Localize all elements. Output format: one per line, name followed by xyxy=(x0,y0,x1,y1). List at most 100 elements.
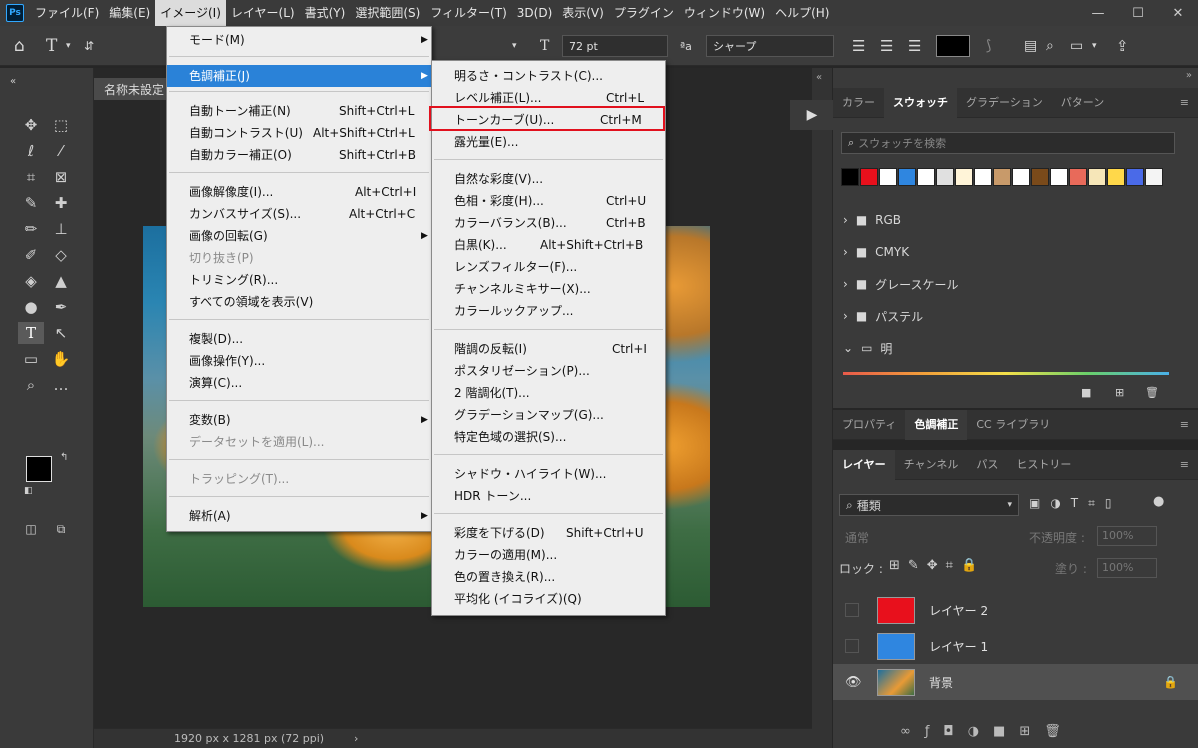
chevron-down-icon[interactable]: ▾ xyxy=(66,34,71,58)
brush-tool-icon[interactable]: ✏ xyxy=(18,218,44,240)
menu-item-color-balance[interactable]: カラーバランス(B)... Ctrl+B xyxy=(432,212,665,234)
menu-item-match-color[interactable]: カラーの適用(M)... xyxy=(432,544,665,566)
swatch-folder-light[interactable]: ⌄ ▭ 明 xyxy=(843,336,892,360)
menu-item-threshold[interactable]: 2 階調化(T)... xyxy=(432,382,665,404)
minimize-button[interactable]: — xyxy=(1078,0,1118,26)
expand-panels-icon[interactable]: « xyxy=(816,72,822,83)
color-swatch[interactable] xyxy=(917,168,935,186)
color-swatch[interactable] xyxy=(936,168,954,186)
tab-cc-libraries[interactable]: CC ライブラリ xyxy=(967,410,1059,440)
paint-bucket-tool-icon[interactable]: ◈ xyxy=(18,270,44,292)
menu-item-equalize[interactable]: 平均化 (イコライズ)(Q) xyxy=(432,588,665,610)
collapse-icon[interactable]: « xyxy=(0,70,26,92)
swatch-folder-grayscale[interactable]: › ■ グレースケール xyxy=(843,272,959,296)
menu-image[interactable]: イメージ(I) xyxy=(155,0,226,26)
menu-item-gradient-map[interactable]: グラデーションマップ(G)... xyxy=(432,404,665,426)
color-swatch[interactable] xyxy=(1088,168,1106,186)
menu-plugins[interactable]: プラグイン xyxy=(609,0,679,26)
workspace-icon[interactable]: ▭ xyxy=(1070,34,1083,58)
layer-name[interactable]: レイヤー 1 xyxy=(929,638,988,655)
swatch-search-box[interactable]: ⌕ スウォッチを検索 xyxy=(841,132,1175,154)
color-swatch[interactable] xyxy=(955,168,973,186)
color-swatch[interactable] xyxy=(1126,168,1144,186)
search-icon[interactable]: ⌕ xyxy=(1046,34,1054,58)
menu-select[interactable]: 選択範囲(S) xyxy=(350,0,425,26)
tab-history[interactable]: ヒストリー xyxy=(1007,450,1080,480)
menu-item-vibrance[interactable]: 自然な彩度(V)... xyxy=(432,168,665,190)
layer-footer-icons[interactable]: ∞ƒ◘◑■⊞🗑 xyxy=(900,724,1075,739)
tab-color[interactable]: カラー xyxy=(833,88,884,118)
marquee-tool-icon[interactable]: ⬚ xyxy=(48,114,74,136)
history-brush-tool-icon[interactable]: ✐ xyxy=(18,244,44,266)
dodge-tool-icon[interactable]: ● xyxy=(18,296,44,318)
visibility-toggle[interactable] xyxy=(845,603,859,617)
type-tool-icon[interactable]: T xyxy=(18,322,44,344)
menu-item-desaturate[interactable]: 彩度を下げる(D) Shift+Ctrl+U xyxy=(432,522,665,544)
menu-item-apply-dataset[interactable]: データセットを適用(L)... xyxy=(167,431,431,453)
menu-item-exposure[interactable]: 露光量(E)... xyxy=(432,131,665,153)
eraser-tool-icon[interactable]: ◇ xyxy=(48,244,74,266)
fill-field[interactable]: 100% xyxy=(1097,558,1157,578)
tab-layers[interactable]: レイヤー xyxy=(833,449,895,480)
color-swatch[interactable] xyxy=(974,168,992,186)
menu-item-apply-image[interactable]: 画像操作(Y)... xyxy=(167,350,431,372)
align-center-icon[interactable]: ☰ xyxy=(880,34,893,58)
menu-item-adjustments[interactable]: 色調補正(J) ▶ xyxy=(167,65,431,87)
menu-view[interactable]: 表示(V) xyxy=(557,0,609,26)
panel-menu-icon[interactable]: ≡ xyxy=(1171,88,1198,118)
panel-menu-icon[interactable]: ≡ xyxy=(1171,450,1198,480)
menu-item-mode[interactable]: モード(M) ▶ xyxy=(167,29,431,51)
blend-mode-dropdown[interactable]: 通常 xyxy=(839,526,1029,548)
text-color-swatch[interactable] xyxy=(936,34,970,58)
menu-item-duplicate[interactable]: 複製(D)... xyxy=(167,328,431,350)
menu-item-hdr-toning[interactable]: HDR トーン... xyxy=(432,485,665,507)
quick-select-tool-icon[interactable]: ⁄ xyxy=(48,140,74,162)
font-size-field[interactable]: 72 pt xyxy=(562,35,668,57)
menu-item-analysis[interactable]: 解析(A) ▶ xyxy=(167,505,431,527)
color-swatch[interactable] xyxy=(841,168,859,186)
menu-item-color-lookup[interactable]: カラールックアップ... xyxy=(432,300,665,322)
menu-item-hue-saturation[interactable]: 色相・彩度(H)... Ctrl+U xyxy=(432,190,665,212)
lock-icons[interactable]: ⊞✎✥⌗🔒 xyxy=(889,558,985,573)
tab-swatches[interactable]: スウォッチ xyxy=(884,87,957,118)
color-swatch[interactable] xyxy=(1107,168,1125,186)
layer-filter-dropdown[interactable]: ⌕ 種類 ▾ xyxy=(839,494,1019,516)
warp-text-icon[interactable]: ⟆ xyxy=(986,34,991,58)
rectangle-tool-icon[interactable]: ▭ xyxy=(18,348,44,370)
screen-mode-icon[interactable]: ⧉ xyxy=(48,518,74,540)
color-swatch[interactable] xyxy=(1145,168,1163,186)
new-folder-icon[interactable]: ■ xyxy=(1081,386,1091,399)
menu-item-auto-contrast[interactable]: 自動コントラスト(U) Alt+Shift+Ctrl+L xyxy=(167,122,431,144)
text-orientation-icon[interactable]: ⇵ xyxy=(84,34,94,58)
tab-channels[interactable]: チャンネル xyxy=(895,450,968,480)
layer-name[interactable]: 背景 xyxy=(929,674,953,691)
zoom-tool-icon[interactable]: ⌕ xyxy=(18,374,44,396)
panel-menu-icon[interactable]: ≡ xyxy=(1171,410,1198,440)
align-left-icon[interactable]: ☰ xyxy=(852,34,865,58)
crop-tool-icon[interactable]: ⌗ xyxy=(18,166,44,188)
filter-toggle-icon[interactable]: ● xyxy=(1153,494,1164,509)
maximize-button[interactable]: ☐ xyxy=(1118,0,1158,26)
stamp-tool-icon[interactable]: ⊥ xyxy=(48,218,74,240)
menu-item-reveal-all[interactable]: すべての領域を表示(V) xyxy=(167,291,431,313)
share-icon[interactable]: ⇪ xyxy=(1116,34,1129,58)
swap-colors-icon[interactable]: ↰ xyxy=(60,452,68,463)
menu-item-canvas-size[interactable]: カンバスサイズ(S)... Alt+Ctrl+C xyxy=(167,203,431,225)
tab-paths[interactable]: パス xyxy=(967,450,1007,480)
menu-layer[interactable]: レイヤー(L) xyxy=(226,0,300,26)
antialias-dropdown[interactable]: シャープ xyxy=(706,35,834,57)
opacity-field[interactable]: 100% xyxy=(1097,526,1157,546)
menu-item-replace-color[interactable]: 色の置き換え(R)... xyxy=(432,566,665,588)
menu-filter[interactable]: フィルター(T) xyxy=(425,0,511,26)
trash-icon[interactable]: 🗑 xyxy=(1145,386,1159,399)
path-select-tool-icon[interactable]: ↖ xyxy=(48,322,74,344)
tab-patterns[interactable]: パターン xyxy=(1052,88,1113,118)
menu-item-auto-color[interactable]: 自動カラー補正(O) Shift+Ctrl+B xyxy=(167,144,431,166)
menu-window[interactable]: ウィンドウ(W) xyxy=(679,0,770,26)
swatch-folder-cmyk[interactable]: › ■ CMYK xyxy=(843,240,909,264)
color-swatch[interactable] xyxy=(1069,168,1087,186)
default-colors-icon[interactable]: ◧ xyxy=(24,486,33,496)
home-icon[interactable]: ⌂ xyxy=(14,34,25,58)
tab-properties[interactable]: プロパティ xyxy=(833,410,905,440)
menu-item-trim[interactable]: トリミング(R)... xyxy=(167,269,431,291)
